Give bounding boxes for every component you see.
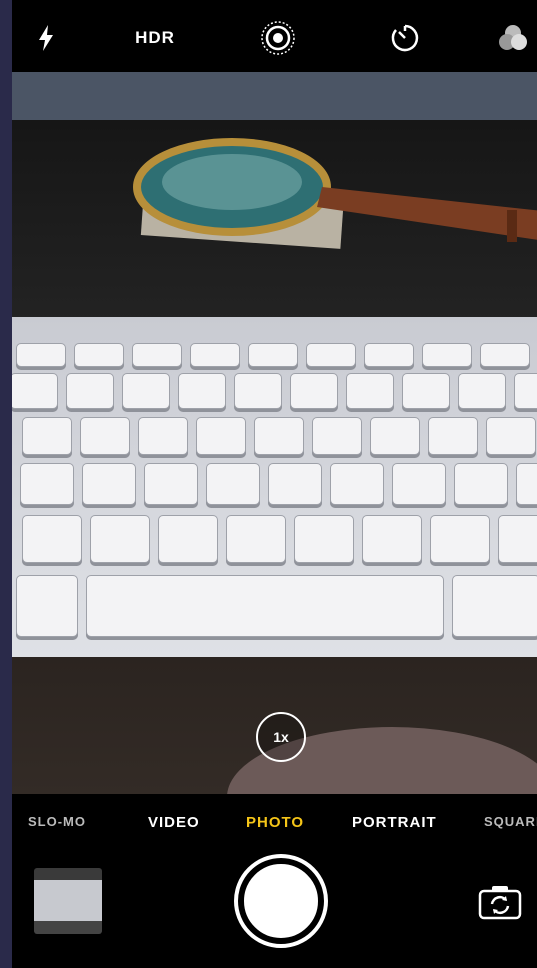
camera-app: HDR 1x SLO-MO VIDEO PHOTO PORTRAIT SQUAR bbox=[12, 0, 537, 968]
live-photo-icon[interactable] bbox=[260, 20, 296, 56]
switch-camera-icon[interactable] bbox=[478, 884, 522, 920]
bottom-controls: SLO-MO VIDEO PHOTO PORTRAIT SQUARE bbox=[12, 794, 537, 968]
mode-video[interactable]: VIDEO bbox=[148, 814, 200, 831]
keyboard-image bbox=[12, 317, 537, 657]
zoom-button[interactable]: 1x bbox=[256, 712, 306, 762]
flash-icon[interactable] bbox=[32, 20, 60, 56]
shutter-icon bbox=[242, 862, 320, 940]
key-row-3 bbox=[22, 417, 537, 455]
scene-wall bbox=[12, 72, 537, 120]
key-row-1 bbox=[16, 343, 537, 367]
mode-portrait[interactable]: PORTRAIT bbox=[352, 814, 437, 831]
mode-square[interactable]: SQUARE bbox=[484, 814, 537, 829]
filters-icon[interactable] bbox=[496, 20, 530, 56]
mode-selector: SLO-MO VIDEO PHOTO PORTRAIT SQUARE bbox=[12, 814, 537, 838]
key-row-5 bbox=[22, 515, 537, 563]
viewfinder[interactable]: 1x bbox=[12, 72, 537, 794]
hdr-button[interactable]: HDR bbox=[130, 20, 180, 56]
mode-slo-mo[interactable]: SLO-MO bbox=[28, 814, 86, 829]
shutter-button[interactable] bbox=[234, 854, 328, 948]
key-row-4 bbox=[20, 463, 537, 505]
last-photo-thumbnail[interactable] bbox=[34, 868, 102, 934]
key-row-6 bbox=[16, 575, 537, 637]
magnifying-glass-image bbox=[133, 138, 537, 249]
mode-photo[interactable]: PHOTO bbox=[246, 814, 304, 831]
key-row-2 bbox=[12, 373, 537, 409]
top-toolbar: HDR bbox=[12, 0, 537, 72]
timer-icon[interactable] bbox=[388, 20, 422, 56]
